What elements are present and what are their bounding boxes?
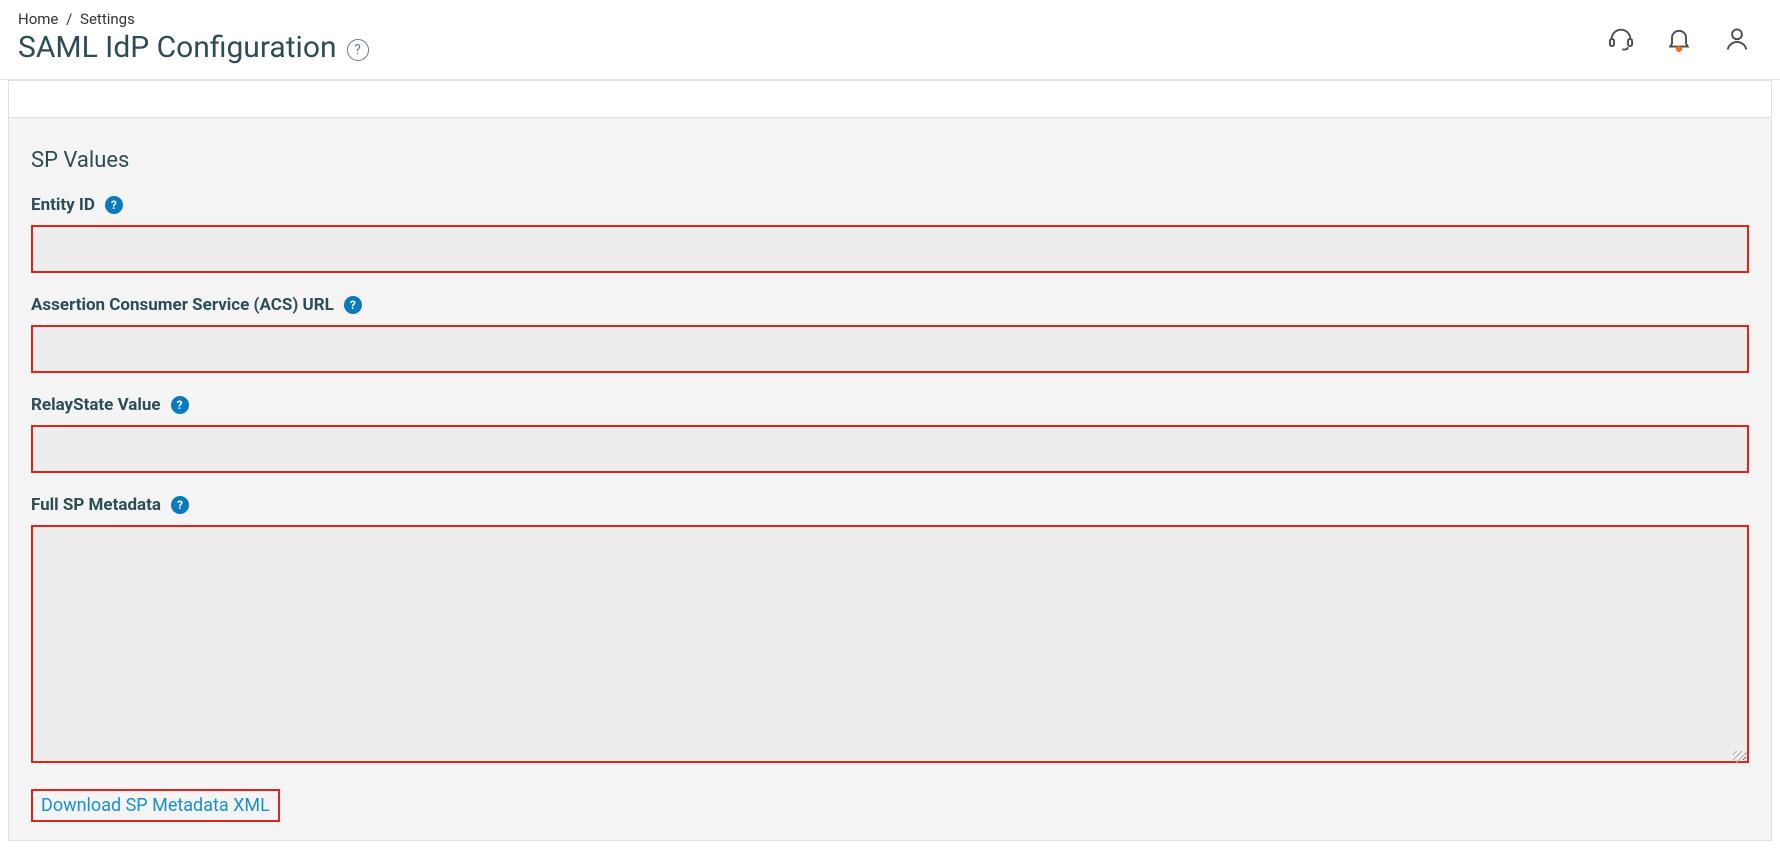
breadcrumb-home[interactable]: Home bbox=[18, 10, 58, 28]
section-title-sp-values: SP Values bbox=[31, 148, 1749, 173]
full-sp-metadata-textarea[interactable] bbox=[31, 525, 1749, 763]
panel-frame: SP Values Entity ID ? Assertion Consumer… bbox=[8, 80, 1772, 841]
field-acs-url: Assertion Consumer Service (ACS) URL ? bbox=[31, 295, 1749, 373]
breadcrumb-separator: / bbox=[66, 10, 72, 28]
notifications-bell-icon[interactable] bbox=[1664, 24, 1694, 54]
download-sp-metadata-highlight: Download SP Metadata XML bbox=[31, 789, 280, 822]
acs-url-input[interactable] bbox=[31, 325, 1749, 373]
panel-top-gap bbox=[9, 81, 1771, 117]
user-profile-icon[interactable] bbox=[1722, 24, 1752, 54]
acs-url-help-icon[interactable]: ? bbox=[344, 296, 362, 314]
field-entity-id: Entity ID ? bbox=[31, 195, 1749, 273]
header-actions bbox=[1606, 10, 1752, 54]
field-relay-state: RelayState Value ? bbox=[31, 395, 1749, 473]
panel-body: SP Values Entity ID ? Assertion Consumer… bbox=[9, 117, 1771, 840]
notification-indicator-dot bbox=[1676, 46, 1682, 52]
page-title: SAML IdP Configuration bbox=[18, 30, 337, 65]
breadcrumb: Home / Settings bbox=[18, 10, 369, 28]
entity-id-label: Entity ID bbox=[31, 195, 95, 215]
page-title-row: SAML IdP Configuration ? bbox=[18, 30, 369, 65]
acs-url-label: Assertion Consumer Service (ACS) URL bbox=[31, 295, 334, 315]
relay-state-help-icon[interactable]: ? bbox=[171, 396, 189, 414]
page-header: Home / Settings SAML IdP Configuration ? bbox=[0, 0, 1780, 80]
relay-state-label: RelayState Value bbox=[31, 395, 161, 415]
relay-state-input[interactable] bbox=[31, 425, 1749, 473]
entity-id-input[interactable] bbox=[31, 225, 1749, 273]
download-sp-metadata-link[interactable]: Download SP Metadata XML bbox=[41, 795, 270, 816]
textarea-resize-grip-icon[interactable] bbox=[1733, 751, 1745, 763]
field-full-sp-metadata: Full SP Metadata ? bbox=[31, 495, 1749, 767]
full-sp-metadata-help-icon[interactable]: ? bbox=[171, 496, 189, 514]
breadcrumb-settings[interactable]: Settings bbox=[80, 10, 135, 28]
content-canvas: SP Values Entity ID ? Assertion Consumer… bbox=[0, 80, 1780, 861]
entity-id-help-icon[interactable]: ? bbox=[105, 196, 123, 214]
header-left: Home / Settings SAML IdP Configuration ? bbox=[18, 10, 369, 65]
support-headset-icon[interactable] bbox=[1606, 24, 1636, 54]
help-icon[interactable]: ? bbox=[347, 39, 369, 61]
full-sp-metadata-label: Full SP Metadata bbox=[31, 495, 161, 515]
